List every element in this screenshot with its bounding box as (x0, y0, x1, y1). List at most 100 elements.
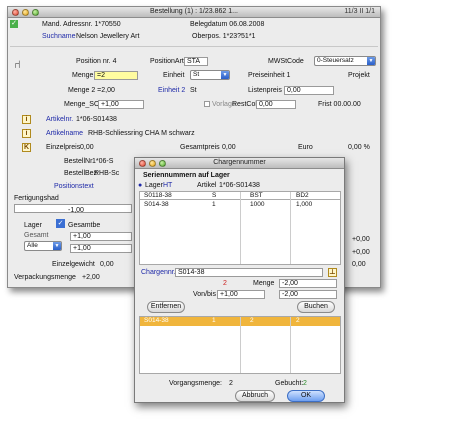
artikel-label: Artikel (197, 182, 217, 189)
entfernen-button[interactable]: Entfernen (147, 301, 185, 313)
menge-so-label: Menge_SO (64, 101, 100, 108)
check-icon: ✓ (10, 20, 18, 28)
cell: 2 (250, 317, 254, 324)
mwst-select-value: 0-Steuersatz (317, 57, 354, 64)
charge-field[interactable]: S014-38 (175, 268, 323, 277)
stamp-icon[interactable]: ⊥ (328, 268, 337, 277)
listenpreis-field[interactable]: 0,00 (284, 86, 334, 95)
restcol-label: RestColl (232, 101, 259, 108)
einzelgewicht-value: 0,00 (100, 261, 114, 268)
vorgangsmenge-value: 2 (229, 380, 233, 387)
einzelpreis-label: Einzelpreis (46, 144, 81, 151)
von-bis-label: Von/bis (193, 291, 216, 298)
gebucht-label: Gebucht: (275, 380, 304, 387)
position-label: Position nr. 4 (76, 58, 117, 65)
info-icon[interactable]: i (22, 115, 31, 124)
booked-table[interactable]: S014-38 1 2 2 (139, 316, 341, 374)
menge2-label: Menge 2 =2,00 (68, 87, 115, 94)
belegdatum-label: Belegdatum 06.08.2008 (190, 21, 265, 28)
vorgangsmenge-label: Vorgangsmenge: (169, 380, 222, 387)
einheit2-label: Einheit 2 (158, 87, 186, 94)
euro-value: 0,00 % (348, 144, 370, 151)
positionsart-field[interactable]: STA (184, 57, 208, 66)
column-divider (240, 317, 241, 373)
oberpos-label: Oberpos. 1*23?51*1 (192, 33, 256, 40)
cell: S014-38 (144, 201, 169, 208)
vorlage-checkbox[interactable] (204, 101, 210, 107)
artikel-value: 1*06-S01438 (219, 182, 260, 189)
col-header[interactable]: S (212, 192, 216, 200)
window-title: Bestellung (1) : 1/23.862 1... (150, 8, 238, 15)
mwst-select[interactable]: 0-Steuersatz ▼ (314, 56, 376, 66)
einzelgewicht-label: Einzelgewicht (52, 261, 95, 268)
val-b-field[interactable]: +1,00 (70, 244, 132, 253)
table-row[interactable]: S014-38 1 1000 1,000 (140, 201, 340, 210)
col-header[interactable]: BD2 (296, 192, 309, 200)
menge-field[interactable]: -2,00 (279, 279, 337, 288)
chevron-down-icon: ▼ (53, 242, 61, 250)
cell: 2 (296, 317, 300, 324)
einheit-select[interactable]: St ▼ (190, 70, 230, 80)
mwst-label: MWStCode (268, 58, 304, 65)
positionstext-label[interactable]: Positionstext (54, 183, 94, 190)
gesamtpreis-value: 0,00 (222, 144, 236, 151)
cell: S014-38 (144, 317, 169, 324)
k-icon[interactable]: K (22, 143, 31, 152)
lager-label: Lager (145, 182, 163, 189)
mand-label: Mand. Adressnr. 1*70550 (42, 21, 121, 28)
artikelname-value[interactable]: RHB-Schliessring CHA M schwarz (88, 130, 195, 137)
menge-field[interactable]: =2 (94, 71, 138, 80)
artikelnr-label: Artikelnr. (46, 116, 74, 123)
val-a-field[interactable]: +1,00 (70, 232, 132, 241)
ok-button[interactable]: OK (287, 390, 325, 402)
frist-label: Frist 00.00.00 (318, 101, 361, 108)
column-divider (290, 317, 291, 373)
right-value-2: +0,00 (352, 249, 370, 256)
projekt-label: Projekt (348, 72, 370, 79)
gesamtbe-label: Gesamtbe (68, 222, 101, 229)
menge-label: Menge (253, 280, 275, 287)
cell: 1,000 (296, 201, 313, 208)
right-value-3: 0,00 (352, 261, 366, 268)
einheit2-value: St (190, 87, 197, 94)
artikelnr-value[interactable]: 1*06-S01438 (76, 116, 117, 123)
serial-table[interactable]: S0118-38 S BST BD2 S014-38 1 1000 1,000 (139, 191, 341, 265)
col-header[interactable]: BST (250, 192, 263, 200)
info-icon[interactable]: i (22, 129, 31, 138)
red-count: 2 (223, 280, 227, 287)
gesamt-label: Gesamt (24, 232, 49, 239)
suchname-value[interactable]: Nelson Jewellery Art (76, 33, 139, 40)
bestellbez-value: RHB-Sc (94, 170, 120, 177)
positionsart-label: PositionArt (150, 58, 184, 65)
verpackung-label: Verpackungsmenge (14, 274, 76, 281)
von-field[interactable]: +1,00 (217, 290, 265, 299)
cell: 1 (212, 201, 216, 208)
buchen-button[interactable]: Buchen (297, 301, 335, 313)
euro-label: Euro (298, 144, 313, 151)
suchname-label: Suchname (42, 33, 76, 40)
right-value-1: +0,00 (352, 236, 370, 243)
chair-icon[interactable]: ⑁ (14, 59, 26, 71)
einheit-label: Einheit (163, 72, 185, 79)
einheit-select-value: St (193, 71, 200, 78)
menge-label: Menge (72, 72, 94, 79)
bestellbez-label: BestellBez (64, 170, 98, 177)
chevron-down-icon: ▼ (221, 71, 229, 79)
bestellnr-value: 1*06-S (92, 158, 114, 165)
bis-field[interactable]: -2,00 (279, 290, 337, 299)
col-header[interactable]: S0118-38 (144, 192, 172, 200)
abbruch-button[interactable]: Abbruch (235, 390, 275, 402)
lager-select[interactable]: Alle ▼ (24, 241, 62, 251)
menge-so-field[interactable]: +1,00 (98, 100, 144, 109)
gebucht-value: 2 (303, 380, 307, 387)
lager-label: Lager (24, 222, 42, 229)
listenpreis-label: Listenpreis (248, 87, 282, 94)
lager-checkbox[interactable]: ✓ (56, 219, 65, 228)
cell: 1000 (250, 201, 265, 208)
verpackung-value: +2,00 (82, 274, 100, 281)
restcol-field[interactable]: 0,00 (256, 100, 296, 109)
dialog-titlebar: Chargennummer (135, 158, 344, 169)
section-title: Seriennummern auf Lager (143, 172, 230, 179)
einzelpreis-value: 0,00 (80, 144, 94, 151)
preiseinheit-label: Preiseinheit 1 (248, 72, 291, 79)
